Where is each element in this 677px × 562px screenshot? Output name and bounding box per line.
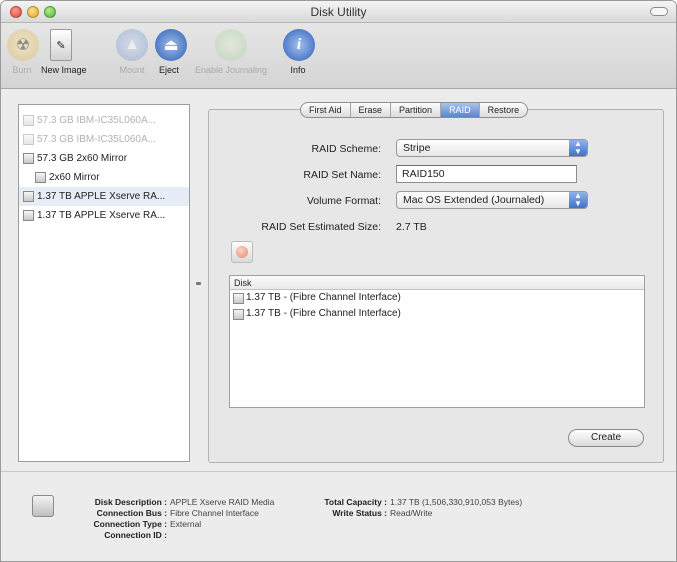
volume-format-label: Volume Format: — [306, 195, 381, 207]
disk-list-item-label: 1.37 TB APPLE Xserve RA... — [37, 191, 166, 202]
disk-description-value: APPLE Xserve RAID Media — [170, 497, 275, 507]
tab-erase[interactable]: Erase — [351, 103, 392, 117]
estimated-size-label: RAID Set Estimated Size: — [261, 221, 381, 233]
popup-arrows-icon: ▲ ▼ — [569, 192, 587, 208]
info-button[interactable]: i Info — [283, 29, 315, 75]
table-header-disk[interactable]: Disk — [230, 276, 644, 290]
burn-button[interactable]: ☢ Burn — [7, 29, 39, 75]
burn-icon: ☢ — [7, 29, 39, 61]
table-cell-disk: 1.37 TB - (Fibre Channel Interface) — [246, 292, 401, 303]
volume-format-value: Mac OS Extended (Journaled) — [403, 194, 545, 206]
tab-first-aid[interactable]: First Aid — [301, 103, 351, 117]
new-image-button[interactable]: ✎ New Image — [41, 29, 87, 75]
estimated-size-value: 2.7 TB — [396, 221, 427, 233]
delete-raid-member-button[interactable] — [231, 241, 253, 263]
popup-arrows-icon: ▲ ▼ — [569, 140, 587, 156]
eject-label: Eject — [158, 65, 179, 75]
volume-icon — [35, 172, 46, 183]
raid-set-name-label: RAID Set Name: — [303, 169, 381, 181]
tab-raid[interactable]: RAID — [441, 103, 480, 117]
disk-utility-window: Disk Utility ☢ Burn ✎ New Image ▲ Mount … — [0, 0, 677, 562]
tab-bar: First Aid Erase Partition RAID Restore — [300, 102, 529, 118]
hard-disk-icon — [23, 191, 34, 202]
disk-list-item-label: 57.3 GB IBM-IC35L060A... — [37, 134, 156, 145]
toolbar: ☢ Burn ✎ New Image ▲ Mount ⏏ Eject Enabl… — [1, 23, 676, 89]
raid-set-name-field[interactable]: RAID150 — [396, 165, 577, 183]
table-row[interactable]: 1.37 TB - (Fibre Channel Interface) — [230, 306, 644, 322]
disk-list-item[interactable]: 1.37 TB APPLE Xserve RA... — [19, 187, 189, 206]
enable-journaling-label: Enable Journaling — [194, 65, 268, 75]
hard-disk-icon — [23, 210, 34, 221]
disk-list-item[interactable]: 1.37 TB APPLE Xserve RA... — [19, 206, 189, 225]
connection-type-value: External — [170, 519, 202, 529]
disk-list-item[interactable]: 57.3 GB 2x60 Mirror — [19, 149, 189, 168]
disk-list-item-label: 1.37 TB APPLE Xserve RA... — [37, 210, 166, 221]
title-bar: Disk Utility — [1, 1, 676, 23]
disk-description-label: Disk Description : — [94, 497, 167, 507]
hard-disk-icon — [233, 293, 244, 304]
eject-button[interactable]: ⏏ Eject — [155, 29, 187, 75]
eject-icon: ⏏ — [155, 29, 187, 61]
drive-icon — [32, 495, 54, 517]
raid-disk-table[interactable]: Disk 1.37 TB - (Fibre Channel Interface)… — [229, 275, 645, 408]
info-icon: i — [283, 29, 315, 61]
raid-member-icon — [236, 246, 248, 258]
write-status-label: Write Status : — [332, 508, 387, 518]
split-view-handle[interactable] — [196, 282, 201, 285]
disk-list-item[interactable]: 57.3 GB IBM-IC35L060A... — [19, 130, 189, 149]
disk-list-item[interactable]: 57.3 GB IBM-IC35L060A... — [19, 111, 189, 130]
connection-type-label: Connection Type : — [93, 519, 167, 529]
disk-list-item-label: 57.3 GB 2x60 Mirror — [37, 153, 128, 164]
connection-id-label: Connection ID : — [104, 530, 167, 540]
enable-journaling-button[interactable]: Enable Journaling — [189, 29, 273, 75]
table-row[interactable]: 1.37 TB - (Fibre Channel Interface) — [230, 290, 644, 306]
hard-disk-icon — [233, 309, 244, 320]
volume-list-item[interactable]: 2x60 Mirror — [19, 168, 189, 187]
table-cell-disk: 1.37 TB - (Fibre Channel Interface) — [246, 308, 401, 319]
write-status-value: Read/Write — [390, 508, 433, 518]
new-image-icon: ✎ — [50, 29, 72, 61]
toolbar-toggle-button[interactable] — [650, 7, 668, 16]
total-capacity-value: 1.37 TB (1,506,330,910,053 Bytes) — [390, 497, 523, 507]
connection-bus-label: Connection Bus : — [96, 508, 167, 518]
hard-disk-icon — [23, 115, 34, 126]
burn-label: Burn — [12, 65, 32, 75]
raid-scheme-value: Stripe — [403, 142, 431, 154]
hard-disk-icon — [23, 134, 34, 145]
mount-label: Mount — [119, 65, 145, 75]
mount-button[interactable]: ▲ Mount — [115, 29, 149, 75]
raid-scheme-popup[interactable]: Stripe ▲ ▼ — [396, 139, 588, 157]
info-label: Info — [290, 65, 306, 75]
create-button[interactable]: Create — [568, 429, 644, 447]
mount-icon: ▲ — [116, 29, 148, 61]
tab-partition[interactable]: Partition — [391, 103, 442, 117]
disk-list-item-label: 57.3 GB IBM-IC35L060A... — [37, 115, 156, 126]
volume-format-popup[interactable]: Mac OS Extended (Journaled) ▲ ▼ — [396, 191, 588, 209]
window-title: Disk Utility — [310, 5, 367, 19]
hard-disk-icon — [23, 153, 34, 164]
volume-list-item-label: 2x60 Mirror — [49, 172, 100, 183]
connection-bus-value: Fibre Channel Interface — [170, 508, 259, 518]
new-image-label: New Image — [41, 65, 87, 75]
journaling-icon — [215, 29, 247, 61]
tab-restore[interactable]: Restore — [480, 103, 528, 117]
disk-list[interactable]: 57.3 GB IBM-IC35L060A... 57.3 GB IBM-IC3… — [18, 104, 190, 462]
raid-scheme-label: RAID Scheme: — [311, 143, 381, 155]
total-capacity-label: Total Capacity : — [324, 497, 387, 507]
